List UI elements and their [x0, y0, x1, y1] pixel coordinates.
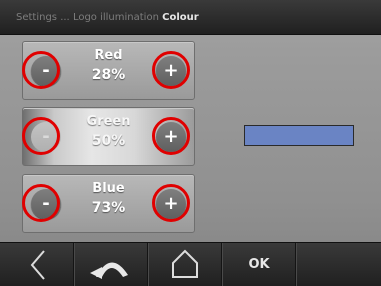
nav-divider [295, 243, 296, 286]
undo-button[interactable] [74, 243, 148, 286]
ok-label: OK [248, 257, 270, 272]
title-bar: Settings ... Logo illumination Colour [0, 0, 381, 35]
highlight-ring-blue-plus [152, 184, 190, 222]
colour-settings-screen: Settings ... Logo illumination Colour - … [0, 0, 381, 286]
colour-preview-swatch [244, 125, 354, 146]
back-arrow-icon [30, 250, 45, 280]
home-icon [172, 249, 198, 278]
highlight-ring-green-plus [152, 117, 190, 155]
highlight-ring-green-minus [22, 117, 60, 155]
breadcrumb-item-logo-illumination[interactable]: Logo illumination [73, 12, 159, 23]
highlight-ring-red-minus [22, 51, 60, 89]
highlight-ring-blue-minus [22, 184, 60, 222]
breadcrumb: Settings ... Logo illumination Colour [16, 12, 199, 23]
back-button[interactable] [0, 243, 74, 286]
home-button[interactable] [148, 243, 222, 286]
ok-button[interactable]: OK [222, 243, 296, 286]
breadcrumb-separator: ... [60, 12, 70, 23]
bottom-navigation-bar: OK [0, 242, 381, 286]
undo-arch-icon [90, 262, 128, 279]
breadcrumb-item-colour: Colour [162, 12, 199, 23]
breadcrumb-item-settings[interactable]: Settings [16, 12, 57, 23]
highlight-ring-red-plus [152, 51, 190, 89]
